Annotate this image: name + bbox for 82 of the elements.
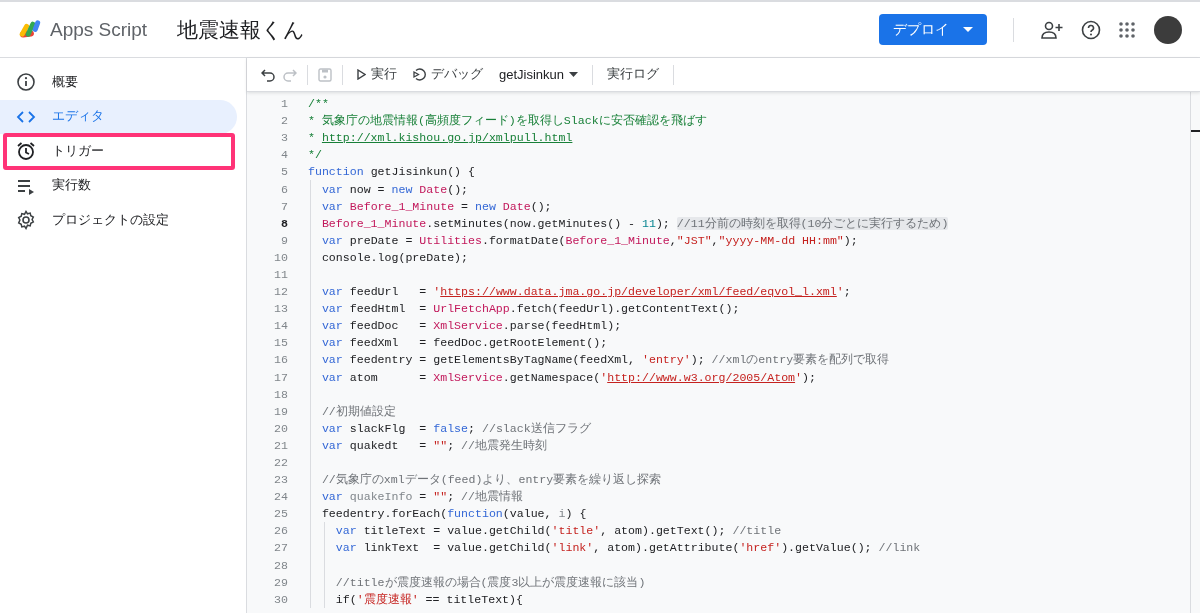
alarm-clock-icon [16,141,36,162]
run-button[interactable]: 実行 [353,64,401,85]
function-dropdown[interactable]: getJisinkun [495,65,583,84]
line-number: 7 [280,199,288,213]
line-number: 21 [273,438,288,452]
line-number: 17 [273,370,288,384]
line-number: 6 [280,182,288,196]
apps-script-logo-icon [18,18,42,41]
settings-icon [16,210,36,231]
line-number: 20 [273,421,288,435]
line-number: 10 [273,250,288,264]
debug-button[interactable]: デバッグ [409,64,487,85]
avatar[interactable] [1154,15,1182,44]
deploy-button[interactable]: デプロイ [879,14,987,45]
line-number: 24 [273,490,288,504]
sidebar-item[interactable]: 実行数 [0,168,237,203]
sidebar-item[interactable]: トリガー [0,134,237,169]
code-line: //初期値設定 [320,403,396,419]
line-number: 28 [273,558,288,572]
line-number: 27 [273,541,288,555]
line-number: 5 [280,165,288,179]
sidebar-item[interactable]: プロジェクトの設定 [0,203,237,238]
line-number: 3 [280,131,288,145]
debug-icon [413,68,426,81]
code-line: var feedHtml = UrlFetchApp.fetch(feedUrl).getContentText(); [320,302,740,316]
info-icon [16,72,36,93]
line-number: 8 [280,216,288,230]
code-line: var feedDoc = XmlService.parse(feedHtml); [320,319,622,333]
line-number: 4 [280,148,288,162]
caret-icon [569,72,579,77]
code-line: */ [308,148,322,162]
sidebar-item[interactable]: 概要 [0,65,237,100]
help-icon[interactable] [1081,19,1101,40]
code-line: var titleText = value.getChild('title', atom).getText(); //title [334,524,782,538]
line-number: 1 [280,97,288,111]
code-line: var quakedt = ""; //地震発生時刻 [320,437,547,453]
line-number: 25 [273,507,288,521]
code-line: var preDate = Utilities.formatDate(Before_1_Minute,"JST","yyyy-MM-dd HH:mm"); [320,233,858,247]
line-number: 26 [273,524,288,538]
line-number: 23 [273,473,288,487]
line-number: 15 [273,336,288,350]
code-line: feedentry.forEach(function(value, i) { [320,507,587,521]
code-line: /** [308,97,329,111]
line-number: 16 [273,353,288,367]
add-person-icon[interactable] [1041,20,1063,39]
code-line: var Before_1_Minute = new Date(); [320,199,552,213]
code-line: * http://xml.kishou.go.jp/xmlpull.html [308,131,573,145]
code-line: function getJisinkun() { [308,165,475,179]
code-line: Before_1_Minute.setMinutes(now.getMinutes() - 11); //11分前の時刻を取得(10分ごとに実行するため) [320,215,949,231]
code-line: if('震度速報' == titleText){ [334,591,523,607]
code-line: var feedentry = getElementsByTagName(feedXml, 'entry'); //xmlのentry要素を配列で取得 [320,352,890,368]
code-line: var feedXml = feedDoc.getRootElement(); [320,336,608,350]
code-line: console.log(preDate); [320,250,469,264]
sidebar-item[interactable]: エディタ [0,99,237,134]
line-number: 9 [280,233,288,247]
play-icon [357,69,366,80]
cursor-marker [1191,130,1200,132]
code-line: var linkText = value.getChild('link', atom).getAttribute('href').getValue(); //link [334,541,921,555]
undo-icon[interactable] [261,67,275,82]
line-number: 18 [273,387,288,401]
code-line: var slackFlg = false; //slack送信フラグ [320,420,591,436]
code-line: * 気象庁の地震情報(高頻度フィード)を取得しSlackに安否確認を飛ばす [308,113,707,129]
code-line: var atom = XmlService.getNamespace('http://www.w3.org/2005/Atom'); [320,370,816,384]
line-number: 14 [273,319,288,333]
execution-log-button[interactable]: 実行ログ [603,64,664,85]
line-number: 13 [273,302,288,316]
line-number: 11 [273,268,288,281]
line-number: 19 [273,404,288,418]
line-number: 2 [280,114,288,128]
code-line: var quakeInfo = ""; //地震情報 [320,489,523,505]
code-line: var feedUrl = 'https://www.data.jma.go.jp/developer/xml/feed/eqvol_l.xml'; [320,285,851,299]
line-number: 22 [273,456,288,469]
caret-icon [963,27,973,32]
code-line: //気象庁のxmlデータ(feed)より、entry要素を繰り返し探索 [320,472,662,488]
code-line: var now = new Date(); [320,182,469,196]
project-title[interactable]: 地震速報くん [177,15,306,44]
line-number: 12 [273,285,288,299]
line-number: 30 [273,592,288,606]
product-name: Apps Script [50,18,148,41]
code-line: //titleが震度速報の場合(震度3以上が震度速報に該当) [334,574,646,590]
line-number: 29 [273,575,288,589]
apps-grid-icon[interactable] [1119,21,1135,38]
